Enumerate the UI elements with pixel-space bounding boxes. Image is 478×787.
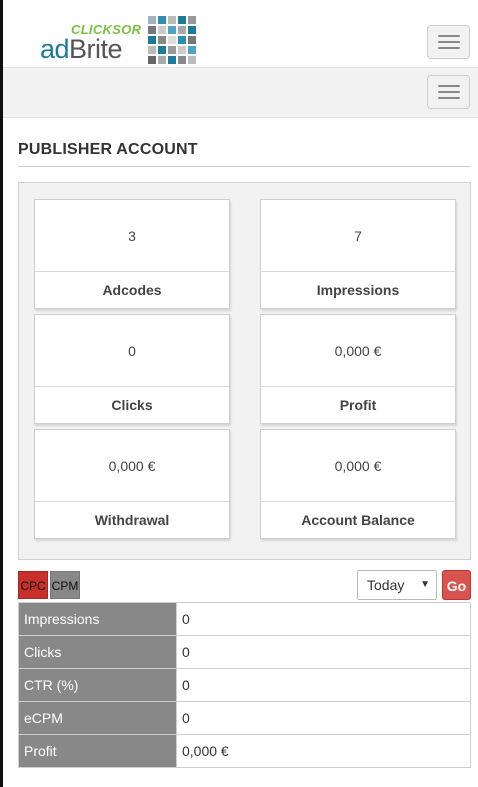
stat-card-profit[interactable]: 0,000 € Profit <box>260 314 456 424</box>
stats-table: Impressions 0 Clicks 0 CTR (%) 0 eCPM 0 Prof… <box>18 602 471 768</box>
window-edge <box>0 0 3 787</box>
cpc-tab-button[interactable]: CPC <box>18 571 48 599</box>
stat-value: 0,000 € <box>261 430 455 502</box>
table-row: Profit 0,000 € <box>18 734 471 768</box>
stats-panel: 3 Adcodes 7 Impressions 0 Clicks 0,000 €… <box>18 182 471 560</box>
period-select[interactable]: Today ▼ <box>357 570 437 600</box>
stat-card-withdrawal[interactable]: 0,000 € Withdrawal <box>34 429 230 539</box>
table-row: Impressions 0 <box>18 602 471 636</box>
table-row: CTR (%) 0 <box>18 668 471 702</box>
stat-label: Withdrawal <box>94 512 170 528</box>
stat-value: 0,000 € <box>261 315 455 387</box>
stat-value: 0,000 € <box>35 430 229 502</box>
title-divider <box>18 166 471 167</box>
stat-card-account-balance[interactable]: 0,000 € Account Balance <box>260 429 456 539</box>
stat-card-clicks[interactable]: 0 Clicks <box>34 314 230 424</box>
row-key: Clicks <box>18 635 177 669</box>
stat-value: 0 <box>35 315 229 387</box>
page-title: PUBLISHER ACCOUNT <box>18 141 198 158</box>
menu-toggle-button[interactable] <box>427 25 470 59</box>
row-value: 0,000 € <box>176 734 471 768</box>
hamburger-icon <box>438 35 460 37</box>
stat-value: 3 <box>35 200 229 272</box>
table-row: Clicks 0 <box>18 635 471 669</box>
stat-label: Account Balance <box>301 512 415 528</box>
cpm-tab-button[interactable]: CPM <box>50 571 80 599</box>
row-key: CTR (%) <box>18 668 177 702</box>
row-key: eCPM <box>18 701 177 735</box>
stat-label: Impressions <box>316 282 400 298</box>
go-button[interactable]: Go <box>442 570 471 600</box>
row-value: 0 <box>176 701 471 735</box>
logo-mosaic-icon <box>148 16 196 64</box>
row-key: Profit <box>18 734 177 768</box>
stat-card-impressions[interactable]: 7 Impressions <box>260 199 456 309</box>
top-navbar: CLICKSOR adBrite <box>3 0 478 68</box>
stat-label: Adcodes <box>102 282 162 298</box>
stat-card-adcodes[interactable]: 3 Adcodes <box>34 199 230 309</box>
secondary-navbar <box>3 68 478 118</box>
hamburger-icon <box>438 85 460 87</box>
period-select-value: Today <box>367 577 405 593</box>
stat-label: Clicks <box>111 397 153 413</box>
adbrite-logo[interactable]: CLICKSOR adBrite <box>40 14 210 66</box>
logo-brand-text: adBrite <box>40 34 123 64</box>
row-key: Impressions <box>18 602 177 636</box>
table-row: eCPM 0 <box>18 701 471 735</box>
row-value: 0 <box>176 602 471 636</box>
row-value: 0 <box>176 635 471 669</box>
stat-value: 7 <box>261 200 455 272</box>
secondary-menu-toggle-button[interactable] <box>427 75 470 109</box>
chevron-down-icon: ▼ <box>420 579 430 590</box>
row-value: 0 <box>176 668 471 702</box>
stat-label: Profit <box>339 397 377 413</box>
